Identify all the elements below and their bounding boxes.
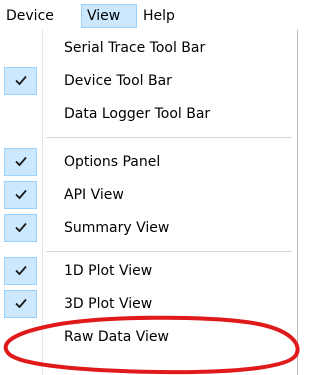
menu-item-label: Raw Data View [64,329,169,345]
menu-item-label: API View [64,187,124,203]
menu-item-summary-view[interactable]: Summary View [0,212,296,245]
app-window: Device View Help Serial Trace Tool Bar D… [0,0,315,375]
menu-help[interactable]: Help [138,4,180,28]
menu-item-device-tool-bar[interactable]: Device Tool Bar [0,65,296,98]
menu-item-serial-trace-tool-bar[interactable]: Serial Trace Tool Bar [0,32,296,65]
menu-item-label: Options Panel [64,154,161,170]
check-mark-icon [4,290,37,318]
menu-item-label: Device Tool Bar [64,73,172,89]
menu-item-data-logger-tool-bar[interactable]: Data Logger Tool Bar [0,98,296,131]
check-mark-icon [4,214,37,242]
view-dropdown-menu: Serial Trace Tool Bar Device Tool Bar Da… [0,30,298,375]
menu-item-1d-plot-view[interactable]: 1D Plot View [0,255,296,288]
menu-bar: Device View Help [0,0,315,30]
menu-separator [46,137,292,138]
menu-item-label: Serial Trace Tool Bar [64,40,206,56]
menu-item-label: Summary View [64,220,170,236]
menu-item-label: 3D Plot View [64,296,153,312]
menu-device[interactable]: Device [1,4,59,28]
menu-item-label: Data Logger Tool Bar [64,106,211,122]
menu-item-label: 1D Plot View [64,263,153,279]
menu-separator [46,251,292,252]
check-mark-icon [4,257,37,285]
check-mark-icon [4,67,37,95]
menu-view[interactable]: View [81,4,137,28]
menu-item-api-view[interactable]: API View [0,179,296,212]
menu-item-3d-plot-view[interactable]: 3D Plot View [0,288,296,321]
check-mark-icon [4,148,37,176]
menu-item-options-panel[interactable]: Options Panel [0,146,296,179]
check-mark-icon [4,181,37,209]
menu-item-raw-data-view[interactable]: Raw Data View [0,321,296,354]
